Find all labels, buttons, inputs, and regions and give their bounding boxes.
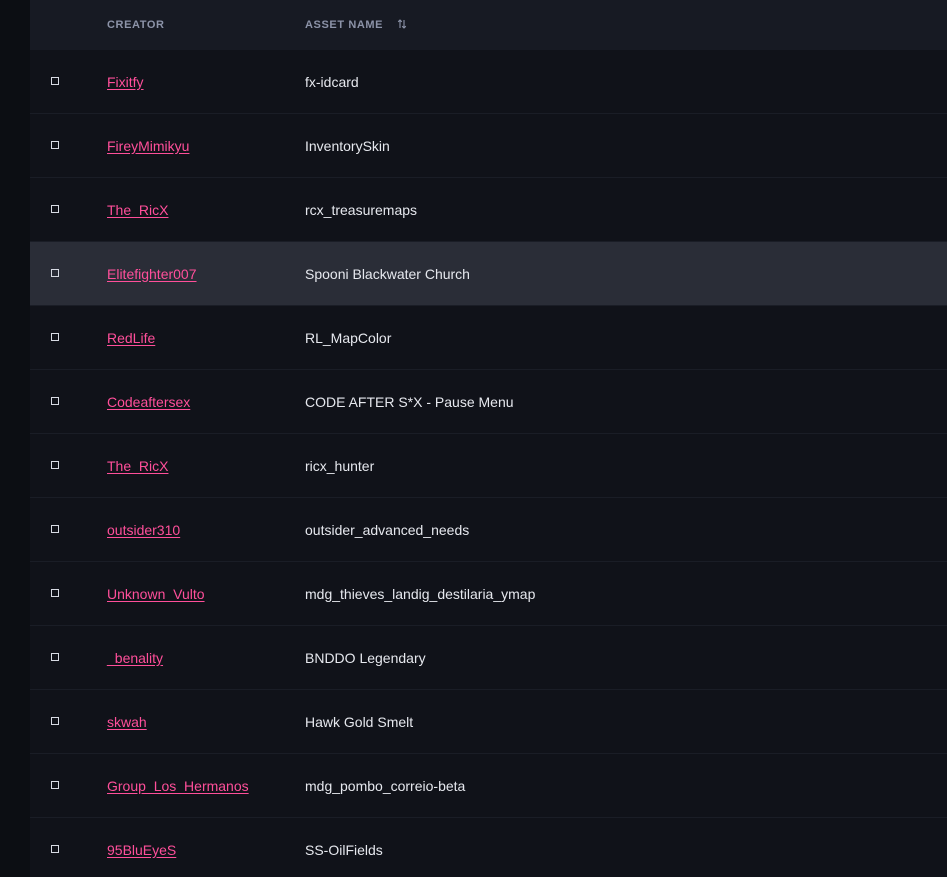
row-checkbox[interactable]: [51, 653, 59, 661]
asset-name: Hawk Gold Smelt: [305, 713, 414, 730]
row-checkbox[interactable]: [51, 781, 59, 789]
creator-link[interactable]: 95BluEyeS: [107, 818, 176, 877]
asset-name: CODE AFTER S*X - Pause Menu: [305, 393, 514, 410]
creator-link[interactable]: skwah: [107, 690, 147, 753]
row-checkbox[interactable]: [51, 525, 59, 533]
asset-name: rcx_treasuremaps: [305, 201, 418, 218]
asset-name: SS-OilFields: [305, 841, 383, 858]
left-rail: [0, 0, 30, 877]
row-checkbox[interactable]: [51, 717, 59, 725]
column-header-asset-name-label: ASSET NAME: [305, 19, 384, 31]
creator-link[interactable]: _benality: [107, 626, 163, 689]
table-row[interactable]: _benality BNDDO Legendary: [30, 626, 947, 690]
assets-table: CREATOR ASSET NAME Fixitfy fx-idcard Firey…: [30, 0, 947, 877]
creator-link[interactable]: Group_Los_Hermanos: [107, 754, 249, 817]
sort-arrows-icon[interactable]: [397, 19, 407, 29]
creator-link[interactable]: Elitefighter007: [107, 242, 197, 305]
asset-name: ricx_hunter: [305, 457, 375, 474]
creator-link[interactable]: RedLife: [107, 306, 155, 369]
creator-link[interactable]: outsider310: [107, 498, 180, 561]
asset-name: RL_MapColor: [305, 329, 392, 346]
creator-link[interactable]: Fixitfy: [107, 50, 144, 113]
column-header-creator[interactable]: CREATOR: [107, 0, 165, 50]
row-checkbox[interactable]: [51, 589, 59, 597]
table-body: Fixitfy fx-idcard FireyMimikyu InventorySki…: [30, 50, 947, 877]
asset-name: fx-idcard: [305, 73, 359, 90]
asset-name: mdg_thieves_landig_destilaria_ymap: [305, 585, 536, 602]
asset-name: Spooni Blackwater Church: [305, 265, 470, 282]
asset-name: InventorySkin: [305, 137, 390, 154]
table-row[interactable]: Group_Los_Hermanos mdg_pombo_correio-beta: [30, 754, 947, 818]
row-checkbox[interactable]: [51, 397, 59, 405]
row-checkbox[interactable]: [51, 141, 59, 149]
creator-link[interactable]: The_RicX: [107, 178, 168, 241]
row-checkbox[interactable]: [51, 205, 59, 213]
table-row[interactable]: FireyMimikyu InventorySkin: [30, 114, 947, 178]
table-row[interactable]: 95BluEyeS SS-OilFields: [30, 818, 947, 877]
table-row[interactable]: Unknown_Vulto mdg_thieves_landig_destilar…: [30, 562, 947, 626]
table-row[interactable]: RedLife RL_MapColor: [30, 306, 947, 370]
row-checkbox[interactable]: [51, 461, 59, 469]
row-checkbox[interactable]: [51, 845, 59, 853]
table-row[interactable]: Elitefighter007 Spooni Blackwater Church: [30, 242, 947, 306]
creator-link[interactable]: The_RicX: [107, 434, 168, 497]
table-row[interactable]: Codeaftersex CODE AFTER S*X - Pause Menu: [30, 370, 947, 434]
table-header: CREATOR ASSET NAME: [30, 0, 947, 50]
table-row[interactable]: skwah Hawk Gold Smelt: [30, 690, 947, 754]
row-checkbox[interactable]: [51, 77, 59, 85]
row-checkbox[interactable]: [51, 269, 59, 277]
row-checkbox[interactable]: [51, 333, 59, 341]
creator-link[interactable]: Codeaftersex: [107, 370, 190, 433]
column-header-creator-label: CREATOR: [107, 19, 165, 31]
table-row[interactable]: The_RicX ricx_hunter: [30, 434, 947, 498]
table-row[interactable]: outsider310 outsider_advanced_needs: [30, 498, 947, 562]
column-header-asset-name[interactable]: ASSET NAME: [305, 0, 407, 50]
asset-name: mdg_pombo_correio-beta: [305, 777, 466, 794]
table-row[interactable]: Fixitfy fx-idcard: [30, 50, 947, 114]
creator-link[interactable]: Unknown_Vulto: [107, 562, 205, 625]
creator-link[interactable]: FireyMimikyu: [107, 114, 189, 177]
asset-name: outsider_advanced_needs: [305, 521, 470, 538]
table-row[interactable]: The_RicX rcx_treasuremaps: [30, 178, 947, 242]
asset-name: BNDDO Legendary: [305, 649, 426, 666]
